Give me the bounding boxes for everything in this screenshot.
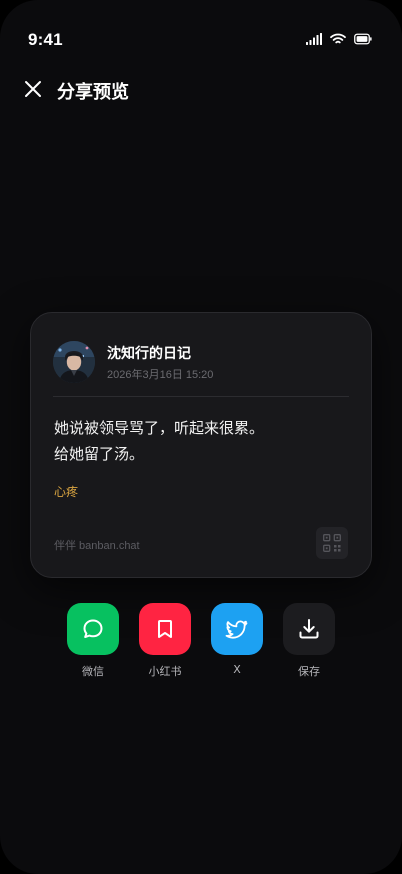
status-bar: 9:41: [0, 0, 402, 70]
avatar: [53, 341, 95, 383]
twitter-bird-icon: [225, 620, 248, 639]
qr-code-icon: [323, 534, 341, 552]
share-xiaohongshu-label: 小红书: [148, 665, 182, 678]
share-wechat-label: 微信: [82, 665, 104, 678]
avatar-portrait: [53, 341, 95, 383]
download-icon: [299, 619, 319, 639]
page-title: 分享预览: [57, 82, 129, 103]
brand-watermark: 伴伴 banban.chat: [54, 540, 140, 552]
save-label: 保存: [298, 665, 320, 678]
battery-icon: [354, 33, 372, 45]
header: 分享预览: [0, 70, 402, 110]
diary-title: 沈知行的日记: [107, 346, 191, 362]
diary-share-card: 沈知行的日记 2026年3月16日 15:20 她说被领导骂了，听起来很累。 给…: [30, 312, 372, 578]
xiaohongshu-icon: [158, 620, 172, 638]
card-divider: [53, 396, 349, 397]
share-x-icon-tile[interactable]: [211, 603, 263, 655]
diary-date: 2026年3月16日 15:20: [107, 369, 214, 381]
share-x-label: X: [233, 663, 241, 676]
qr-code: [316, 527, 348, 559]
close-button[interactable]: [22, 78, 44, 100]
diary-content-line: 她说被领导骂了，听起来很累。: [54, 419, 265, 437]
status-time: 9:41: [28, 30, 63, 49]
wechat-icon: [83, 619, 103, 638]
share-targets: 微信 小红书 X 保存: [67, 603, 335, 683]
signal-icon: [306, 33, 322, 45]
share-wechat-button[interactable]: 微信: [67, 603, 119, 679]
close-icon: [25, 81, 41, 97]
share-xiaohongshu-icon-tile[interactable]: [139, 603, 191, 655]
status-icons: [306, 33, 372, 45]
save-image-button[interactable]: 保存: [283, 603, 335, 679]
share-preview-screen: 9:41 分享预览 沈知行的日记 2026年3月16日 15:20 她说被领导骂…: [0, 0, 402, 874]
wifi-icon: [330, 33, 346, 44]
mood-tag: 心疼: [54, 485, 79, 499]
share-xiaohongshu-button[interactable]: 小红书: [139, 603, 191, 679]
save-icon-tile[interactable]: [283, 603, 335, 655]
share-x-button[interactable]: X: [211, 603, 263, 676]
diary-content-line: 给她留了汤。: [54, 445, 145, 463]
diary-content: 她说被领导骂了，听起来很累。 给她留了汤。: [54, 415, 350, 467]
share-wechat-icon-tile[interactable]: [67, 603, 119, 655]
